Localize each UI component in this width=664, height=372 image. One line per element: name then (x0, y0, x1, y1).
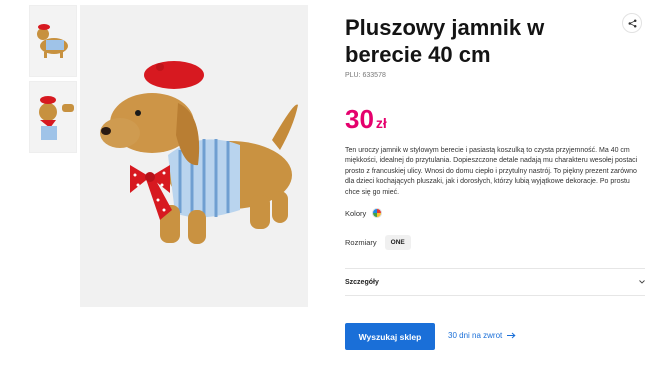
price-amount: 30 (345, 104, 374, 134)
chevron-down-icon (639, 280, 645, 284)
product-description: Ten uroczy jamnik w stylowym berecie i p… (345, 147, 638, 196)
colors-row: Kolory (345, 208, 383, 218)
thumbnail-list (29, 5, 77, 157)
product-plu: PLU: 633578 (345, 72, 386, 79)
sizes-label: Rozmiary (345, 238, 377, 247)
colors-label: Kolory (345, 208, 367, 218)
product-main-image[interactable] (80, 5, 308, 307)
details-accordion[interactable]: Szczegóły (345, 268, 645, 296)
thumbnail-2[interactable] (29, 81, 77, 153)
arrow-right-icon (507, 332, 516, 339)
sizes-row: Rozmiary ONE (345, 235, 411, 250)
returns-link[interactable]: 30 dni na zwrot (448, 331, 516, 340)
multicolor-swatch-icon[interactable] (372, 208, 383, 218)
returns-label: 30 dni na zwrot (448, 331, 503, 340)
price-currency: zł (375, 115, 387, 131)
find-store-button[interactable]: Wyszukaj sklep (345, 323, 435, 350)
share-button[interactable] (622, 13, 642, 33)
share-icon (628, 19, 636, 27)
size-option-one[interactable]: ONE (384, 235, 411, 250)
thumbnail-1[interactable] (29, 5, 77, 77)
details-label: Szczegóły (345, 278, 379, 286)
product-price: 30 zł (345, 104, 387, 135)
product-title: Pluszowy jamnik w berecie 40 cm (345, 15, 545, 67)
